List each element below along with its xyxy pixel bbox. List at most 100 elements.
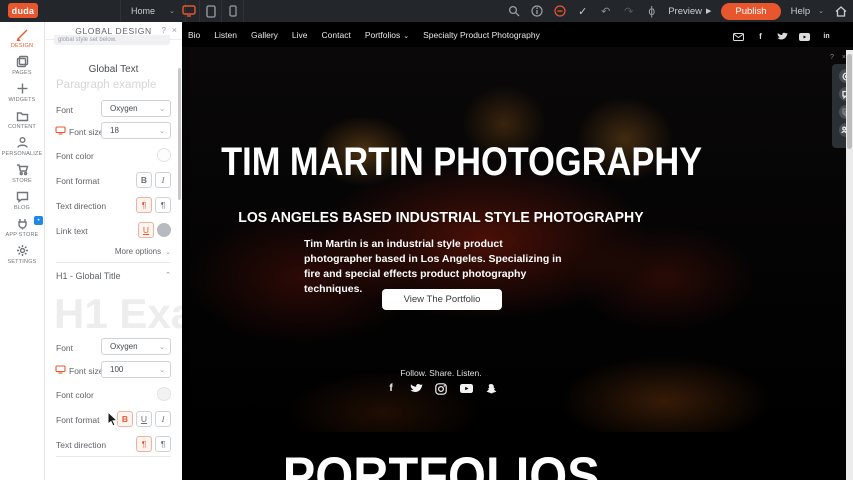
sidebar-item-store[interactable]: STORE [0,160,44,187]
sidebar-item-pages[interactable]: PAGES [0,52,44,79]
bold-button[interactable]: B [136,172,152,188]
panel-scrollbar[interactable] [178,68,181,200]
top-toolbar: duda Home ⌄ ✓ [0,0,853,22]
nav-item-specialty[interactable]: Specialty Product Photography [423,30,540,40]
play-icon: ▶ [706,7,711,15]
italic-button[interactable]: I [155,172,171,188]
portfolios-section-title[interactable]: PORTFOLIOS [182,446,700,480]
facebook-icon[interactable]: f [385,382,398,395]
dashboard-home-icon[interactable] [834,5,847,18]
sidebar-item-blog[interactable]: BLOG [0,187,44,214]
h1-bold-button[interactable]: B [117,411,133,427]
divider [56,456,171,457]
paragraph-sample: Paragraph example [56,79,156,91]
link-underline-button[interactable]: U [138,222,154,238]
redo-icon[interactable]: ↷ [622,5,635,18]
font-size-select[interactable]: 18 ⌄ [101,122,171,139]
sidebar-item-content[interactable]: CONTENT [0,106,44,133]
facebook-icon[interactable]: f [755,31,766,42]
text-direction-label: Text direction [56,201,106,211]
font-value: Oxygen [110,104,138,113]
linkedin-icon[interactable]: in [821,31,832,42]
follow-text[interactable]: Follow. Share. Listen. [182,368,700,378]
h1-italic-button[interactable]: I [155,411,171,427]
font-color-swatch[interactable] [157,148,171,162]
publish-button[interactable]: Publish [721,3,780,20]
search-icon[interactable] [507,5,520,18]
hero-body-text[interactable]: Tim Martin is an industrial style produc… [304,237,562,297]
dev-mode-icon[interactable]: ϕ [645,5,658,18]
save-check-icon[interactable]: ✓ [576,5,589,18]
mobile-view-button[interactable] [222,0,244,22]
sidebar-item-label: BLOG [14,205,30,211]
page-selector-dropdown[interactable]: Home ⌄ [120,0,186,22]
snapchat-icon[interactable] [485,382,498,395]
gear-icon [16,244,29,257]
view-portfolio-button[interactable]: View The Portfolio [382,289,502,310]
pilcrow-ltr-icon: ¶ [142,200,147,210]
feedback-icon[interactable] [553,5,566,18]
portfolios-title-text: PORTFOLIOS [283,446,600,480]
folder-icon [16,110,29,122]
panel-close-icon[interactable]: × [172,25,177,35]
preview-scrollbar-thumb[interactable] [847,54,852,149]
info-icon[interactable] [530,5,543,18]
font-select[interactable]: Oxygen ⌄ [101,100,171,117]
hero-title[interactable]: TIM MARTIN PHOTOGRAPHY [182,140,700,185]
nav-item-portfolios[interactable]: Portfolios⌄ [365,30,409,40]
direction-ltr-button[interactable]: ¶ [136,197,152,213]
nav-item-live[interactable]: Live [292,30,308,40]
plug-icon [16,217,29,230]
instagram-icon[interactable] [435,382,448,395]
brush-icon [16,28,29,41]
font-label: Font [56,105,73,115]
hero-subtitle[interactable]: LOS ANGELES BASED INDUSTRIAL STYLE PHOTO… [182,210,700,226]
preview-label: Preview [668,6,702,17]
panel-help-icon[interactable]: ? [162,26,166,35]
h1-text-direction-group: ¶ ¶ [136,436,171,452]
font-size-label: Font size [69,127,104,137]
h1-direction-rtl-button[interactable]: ¶ [155,436,171,452]
twitter-icon[interactable] [410,382,423,395]
link-color-swatch[interactable] [157,223,171,237]
sidebar-item-personalize[interactable]: PERSONALIZE [0,133,44,160]
sidebar-item-settings[interactable]: SETTINGS [0,241,44,268]
sidebar-item-label: PAGES [12,70,32,76]
twitter-icon[interactable] [777,31,788,42]
youtube-icon[interactable] [799,31,810,42]
pilcrow-rtl-icon: ¶ [161,200,166,210]
more-options-label: More options [115,247,161,256]
duda-logo[interactable]: duda [8,3,38,18]
nav-item-contact[interactable]: Contact [322,30,351,40]
help-dropdown[interactable]: Help ⌄ [791,6,824,17]
h1-font-select[interactable]: Oxygen ⌄ [101,338,171,355]
scrolled-note: global style set below. [54,35,170,45]
cart-icon [16,163,29,176]
nav-item-listen[interactable]: Listen [214,30,237,40]
preview-button[interactable]: Preview ▶ [668,6,711,17]
nav-item-gallery[interactable]: Gallery [251,30,278,40]
h1-underline-button[interactable]: U [136,411,152,427]
follow-social-row: f [182,382,700,395]
font-size-value: 18 [110,126,119,135]
nav-item-bio[interactable]: Bio [188,30,200,40]
tablet-view-button[interactable] [200,0,222,22]
sidebar-item-widgets[interactable]: WIDGETS [0,79,44,106]
more-options-link[interactable]: More options ⌄ [115,247,171,256]
email-icon[interactable] [733,31,744,42]
undo-icon[interactable]: ↶ [599,5,612,18]
youtube-icon[interactable] [460,382,473,395]
desktop-view-button[interactable] [178,0,200,22]
h1-font-color-swatch[interactable] [157,387,171,401]
hero-title-text: TIM MARTIN PHOTOGRAPHY [221,140,702,185]
sidebar-item-app-store[interactable]: APP STORE • [0,214,44,241]
sidebar-item-design[interactable]: DESIGN [0,25,44,52]
preview-scrollbar[interactable] [846,50,853,480]
h1-font-size-select[interactable]: 100 ⌄ [101,361,171,378]
direction-rtl-button[interactable]: ¶ [155,197,171,213]
person-icon [16,136,29,149]
collapse-icon[interactable]: ⌃ [165,271,171,279]
h1-direction-ltr-button[interactable]: ¶ [136,436,152,452]
tablet-icon [206,5,216,18]
h1-text-direction-label: Text direction [56,440,106,450]
